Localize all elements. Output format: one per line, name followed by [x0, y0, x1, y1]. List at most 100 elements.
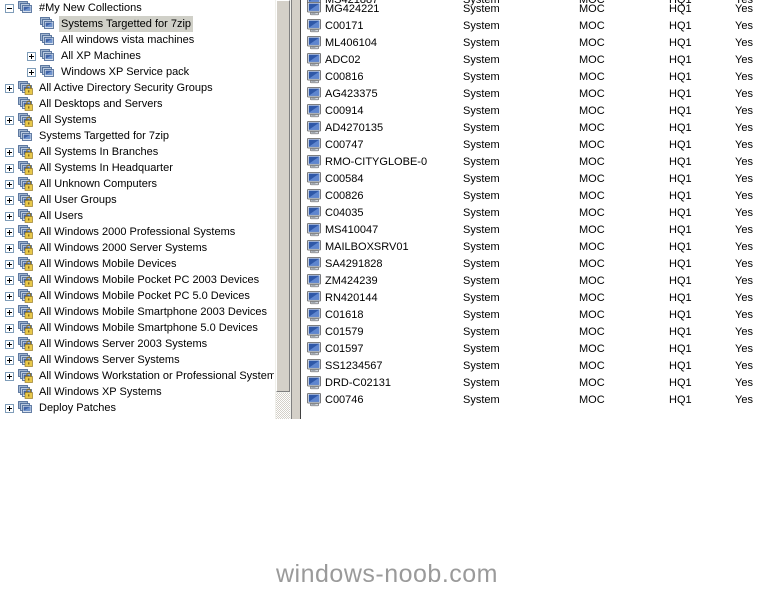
tree-item[interactable]: Systems Targetted for 7zip	[0, 128, 274, 144]
tree-item[interactable]: All Active Directory Security Groups	[0, 80, 274, 96]
tree-item[interactable]: All Windows 2000 Professional Systems	[0, 224, 274, 240]
table-row[interactable]: AD4270135 System MOC HQ1 Yes	[303, 120, 774, 137]
tree-vertical-scrollbar[interactable]	[274, 0, 291, 419]
row-domain: HQ1	[669, 377, 692, 389]
expand-plus-icon[interactable]	[5, 259, 14, 269]
table-row[interactable]: RMO-CITYGLOBE-0 System MOC HQ1 Yes	[303, 154, 774, 171]
tree-item[interactable]: All Windows Mobile Smartphone 5.0 Device…	[0, 320, 274, 336]
expand-plus-icon[interactable]	[5, 323, 14, 333]
row-site: MOC	[579, 377, 605, 389]
tree-item[interactable]: All Unknown Computers	[0, 176, 274, 192]
computer-icon	[307, 325, 322, 339]
expand-plus-icon[interactable]	[27, 67, 36, 77]
tree-item[interactable]: All Windows Mobile Pocket PC 5.0 Devices	[0, 288, 274, 304]
expand-plus-icon[interactable]	[27, 51, 36, 61]
tree-item[interactable]: All Windows Mobile Smartphone 2003 Devic…	[0, 304, 274, 320]
table-row[interactable]: SS1234567 System MOC HQ1 Yes	[303, 358, 774, 375]
table-row[interactable]: C00747 System MOC HQ1 Yes	[303, 137, 774, 154]
computer-icon	[307, 70, 322, 84]
secured-collection-icon	[18, 384, 34, 400]
pane-splitter[interactable]	[291, 0, 301, 419]
tree-item[interactable]: All Windows Mobile Devices	[0, 256, 274, 272]
collapse-minus-icon[interactable]	[5, 3, 14, 13]
tree-item[interactable]: All XP Machines	[0, 48, 274, 64]
row-client: Yes	[735, 394, 753, 406]
tree-item[interactable]: All Systems In Branches	[0, 144, 274, 160]
expand-plus-icon[interactable]	[5, 211, 14, 221]
row-type: System	[463, 360, 500, 372]
row-name: AD4270135	[325, 122, 384, 134]
table-row[interactable]: C00816 System MOC HQ1 Yes	[303, 69, 774, 86]
expand-plus-icon[interactable]	[5, 227, 14, 237]
tree-item[interactable]: All Windows Server 2003 Systems	[0, 336, 274, 352]
table-row[interactable]: AG423375 System MOC HQ1 Yes	[303, 86, 774, 103]
row-site: MOC	[579, 224, 605, 236]
row-type: System	[463, 241, 500, 253]
expand-plus-icon[interactable]	[5, 371, 14, 381]
row-site: MOC	[579, 360, 605, 372]
tree-scrollbar-thumb[interactable]	[276, 0, 290, 392]
expand-plus-icon[interactable]	[5, 291, 14, 301]
row-name: C00171	[325, 20, 364, 32]
table-row[interactable]: DRD-C02131 System MOC HQ1 Yes	[303, 375, 774, 392]
tree-item[interactable]: All Systems In Headquarter	[0, 160, 274, 176]
expand-plus-icon[interactable]	[5, 147, 14, 157]
tree-expander-spacer	[5, 132, 14, 141]
expand-plus-icon[interactable]	[5, 275, 14, 285]
table-row[interactable]: MG424221 System MOC HQ1 Yes	[303, 1, 774, 18]
table-row[interactable]: C01618 System MOC HQ1 Yes	[303, 307, 774, 324]
tree-item[interactable]: All Windows Server Systems	[0, 352, 274, 368]
table-row[interactable]: MS410047 System MOC HQ1 Yes	[303, 222, 774, 239]
table-row[interactable]: C00584 System MOC HQ1 Yes	[303, 171, 774, 188]
expand-plus-icon[interactable]	[5, 195, 14, 205]
row-site: MOC	[579, 275, 605, 287]
table-row[interactable]: MAILBOXSRV01 System MOC HQ1 Yes	[303, 239, 774, 256]
row-client: Yes	[735, 207, 753, 219]
row-type: System	[463, 122, 500, 134]
tree-scrollbar-track[interactable]	[276, 393, 290, 419]
tree-item[interactable]: Systems Targetted for 7zip	[0, 16, 274, 32]
table-row[interactable]: ZM424239 System MOC HQ1 Yes	[303, 273, 774, 290]
tree-item[interactable]: All windows vista machines	[0, 32, 274, 48]
collections-tree-pane[interactable]: #My New Collections Systems Targetted fo…	[0, 0, 274, 419]
tree-item[interactable]: All Windows Workstation or Professional …	[0, 368, 274, 384]
systems-list-pane[interactable]: MS421887 System MOC HQ1 Yes MG424221 System MO…	[302, 0, 774, 419]
row-domain: HQ1	[669, 360, 692, 372]
expand-plus-icon[interactable]	[5, 307, 14, 317]
table-row[interactable]: C00826 System MOC HQ1 Yes	[303, 188, 774, 205]
table-row[interactable]: C04035 System MOC HQ1 Yes	[303, 205, 774, 222]
expand-plus-icon[interactable]	[5, 243, 14, 253]
tree-item[interactable]: #My New Collections	[0, 0, 274, 16]
row-domain: HQ1	[669, 224, 692, 236]
expand-plus-icon[interactable]	[5, 339, 14, 349]
expand-plus-icon[interactable]	[5, 83, 14, 93]
expand-plus-icon[interactable]	[5, 163, 14, 173]
tree-item[interactable]: Deploy Patches	[0, 400, 274, 416]
computer-icon	[307, 342, 322, 356]
table-row[interactable]: C00914 System MOC HQ1 Yes	[303, 103, 774, 120]
table-row[interactable]: C01579 System MOC HQ1 Yes	[303, 324, 774, 341]
row-client: Yes	[735, 309, 753, 321]
expand-plus-icon[interactable]	[5, 115, 14, 125]
tree-item[interactable]: All Desktops and Servers	[0, 96, 274, 112]
expand-plus-icon[interactable]	[5, 355, 14, 365]
tree-item[interactable]: All Users	[0, 208, 274, 224]
tree-item[interactable]: Windows XP Service pack	[0, 64, 274, 80]
expand-plus-icon[interactable]	[5, 403, 14, 413]
table-row[interactable]: ML406104 System MOC HQ1 Yes	[303, 35, 774, 52]
expand-plus-icon[interactable]	[5, 179, 14, 189]
table-row[interactable]: C00171 System MOC HQ1 Yes	[303, 18, 774, 35]
tree-item[interactable]: All Systems	[0, 112, 274, 128]
tree-item[interactable]: All User Groups	[0, 192, 274, 208]
row-domain: HQ1	[669, 343, 692, 355]
table-row[interactable]: SA4291828 System MOC HQ1 Yes	[303, 256, 774, 273]
row-name: SA4291828	[325, 258, 383, 270]
tree-item[interactable]: All Windows 2000 Server Systems	[0, 240, 274, 256]
row-domain: HQ1	[669, 20, 692, 32]
tree-item[interactable]: All Windows Mobile Pocket PC 2003 Device…	[0, 272, 274, 288]
tree-item[interactable]: All Windows XP Systems	[0, 384, 274, 400]
table-row[interactable]: RN420144 System MOC HQ1 Yes	[303, 290, 774, 307]
table-row[interactable]: ADC02 System MOC HQ1 Yes	[303, 52, 774, 69]
table-row[interactable]: C00746 System MOC HQ1 Yes	[303, 392, 774, 409]
table-row[interactable]: C01597 System MOC HQ1 Yes	[303, 341, 774, 358]
